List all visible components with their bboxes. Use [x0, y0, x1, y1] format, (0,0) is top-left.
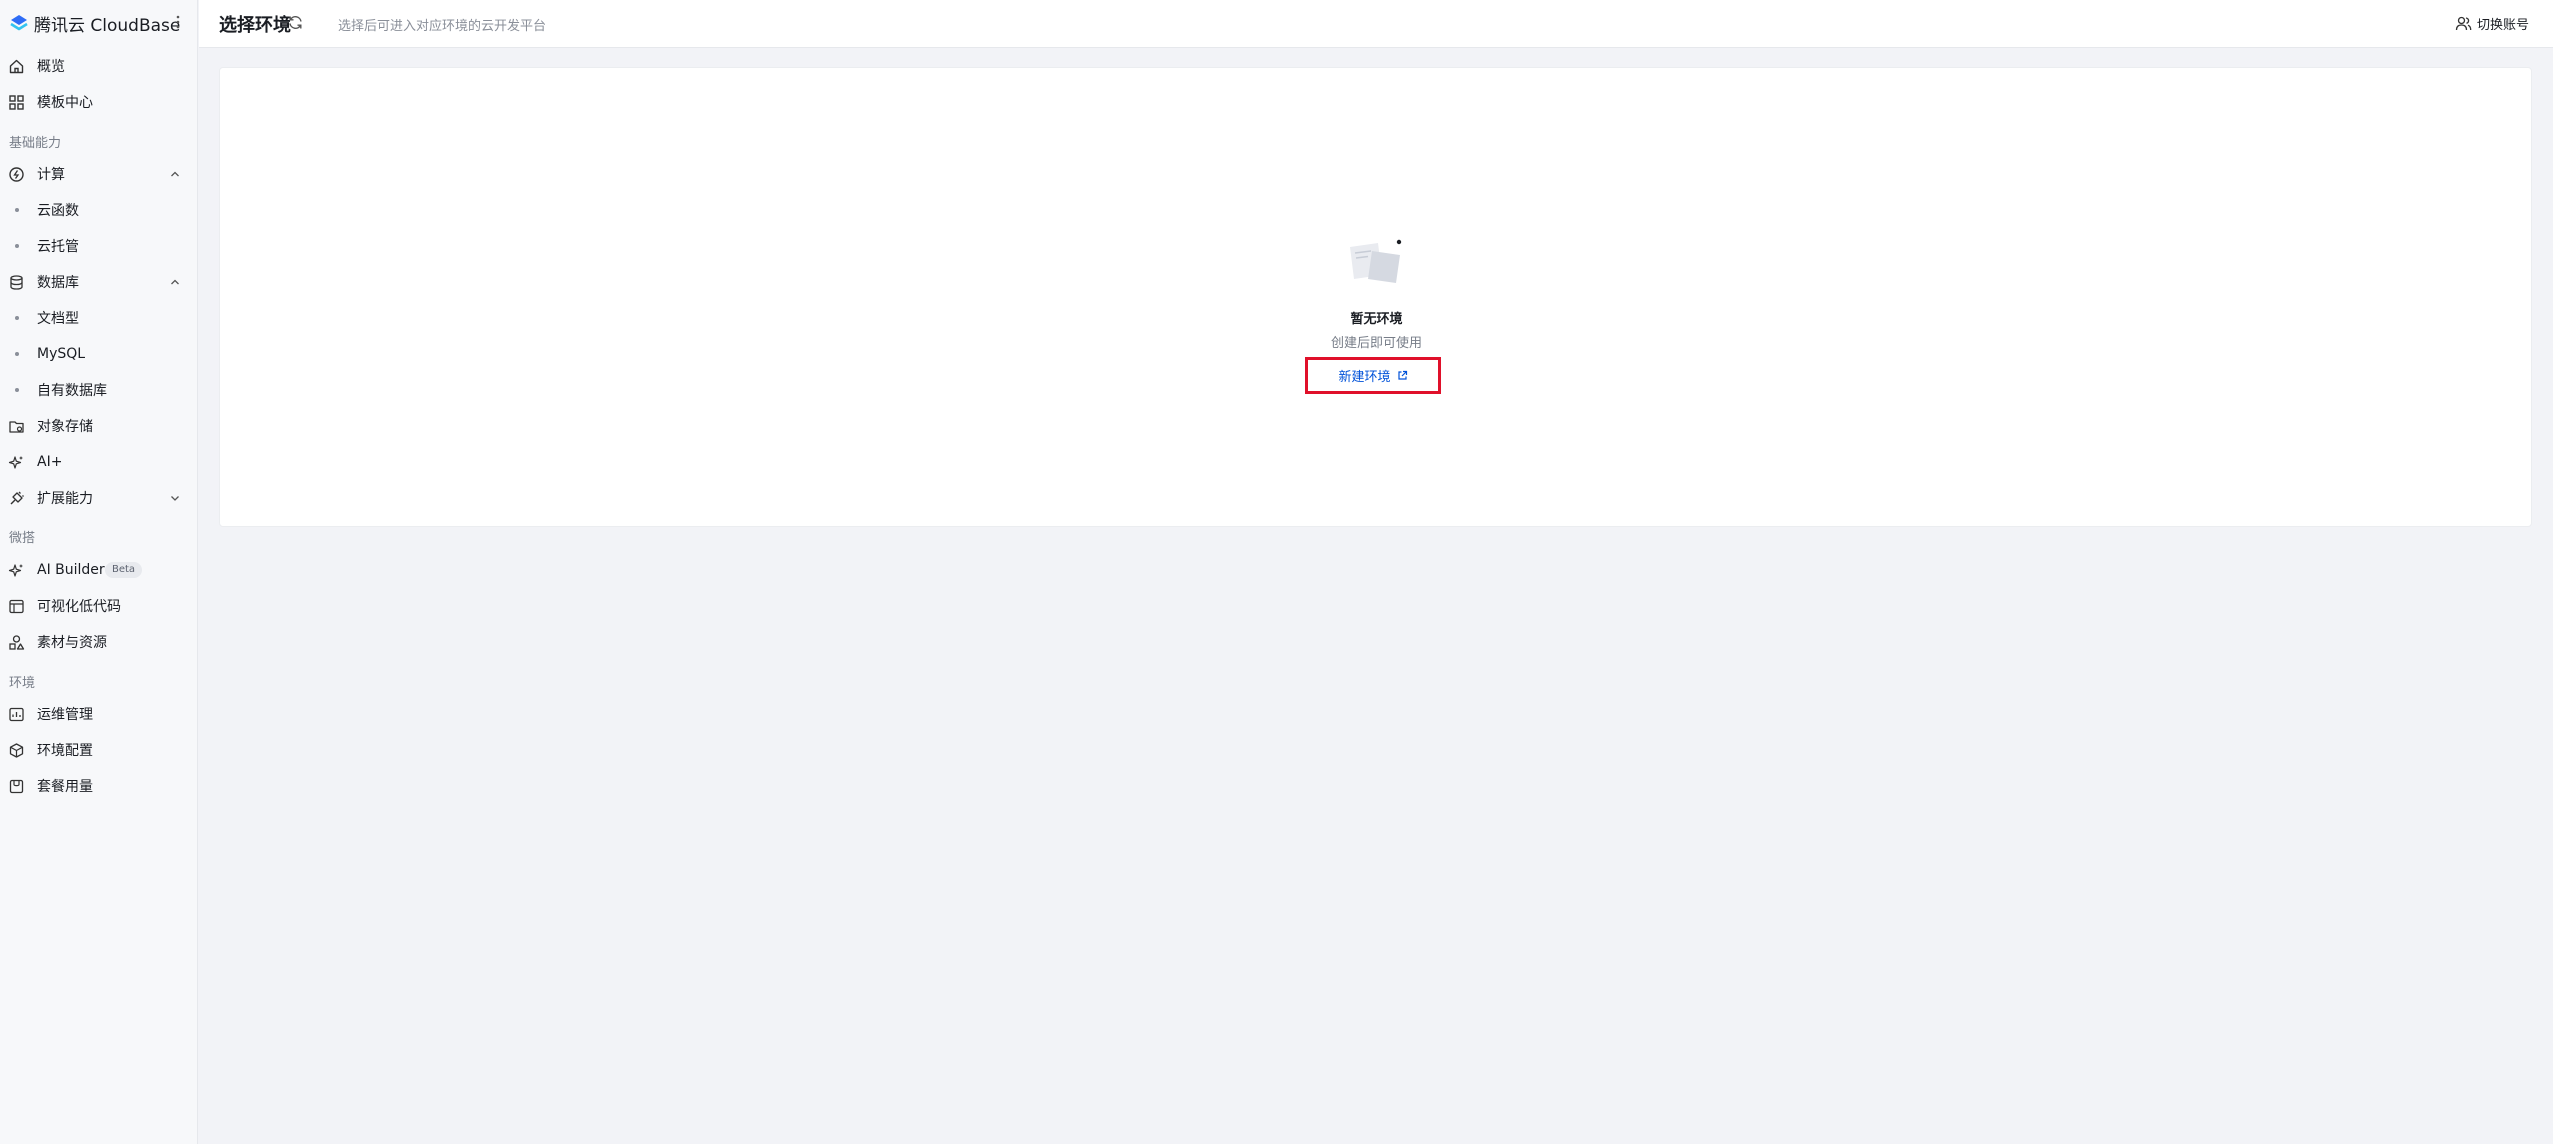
sidebar-item-cloud-hosting[interactable]: 云托管	[0, 231, 198, 261]
sidebar-item-label: 云托管	[37, 239, 79, 255]
sidebar-item-label: 扩展能力	[37, 491, 93, 507]
sidebar-item-extensions[interactable]: 扩展能力	[0, 483, 198, 513]
sidebar-item-label: 环境配置	[37, 743, 93, 759]
sidebar-item-env-config[interactable]: 环境配置	[0, 735, 198, 765]
external-link-icon	[1397, 370, 1407, 380]
empty-description: 创建后即可使用	[1330, 336, 1422, 351]
bullet	[15, 244, 19, 248]
bullet	[15, 352, 19, 356]
sidebar-item-label: 数据库	[37, 275, 79, 291]
sidebar-item-label: 计算	[37, 167, 65, 183]
sidebar-item-usage[interactable]: 套餐用量	[0, 771, 198, 801]
sidebar-item-overview[interactable]: 概览	[0, 51, 198, 81]
sidebar-item-lowcode[interactable]: 可视化低代码	[0, 591, 198, 621]
sidebar-item-label: AI+	[37, 454, 63, 470]
main-card: 暂无环境 创建后即可使用 新建环境	[219, 67, 2532, 527]
bullet	[15, 208, 19, 212]
sidebar-item-label: 概览	[37, 59, 65, 75]
top-header: 选择环境 选择后可进入对应环境的云开发平台 切换账号	[199, 0, 2553, 48]
sidebar-item-label: 模板中心	[37, 95, 93, 111]
cube-icon	[9, 743, 24, 758]
beta-badge: Beta	[105, 562, 143, 578]
sparkle-icon	[8, 456, 23, 469]
group-label-env: 环境	[9, 676, 36, 691]
folder-icon	[9, 421, 24, 433]
sidebar-item-database[interactable]: 数据库	[0, 267, 198, 297]
refresh-icon[interactable]	[287, 14, 304, 31]
sidebar-item-label: MySQL	[37, 346, 86, 362]
empty-title: 暂无环境	[1350, 312, 1403, 327]
shapes-icon	[9, 635, 25, 650]
plug-icon	[10, 491, 24, 505]
more-icon[interactable]	[170, 11, 186, 33]
home-icon	[9, 59, 24, 74]
chevron-up-icon	[171, 279, 179, 285]
brand[interactable]: 腾讯云 CloudBase	[8, 11, 181, 36]
layout-icon	[9, 599, 24, 614]
switch-account-button[interactable]: 切换账号	[2455, 12, 2529, 34]
create-environment-button[interactable]: 新建环境	[1305, 357, 1441, 394]
sidebar-item-label: 套餐用量	[37, 779, 93, 795]
compute-icon	[9, 167, 24, 182]
monitor-icon	[9, 707, 24, 722]
sidebar-item-label: 自有数据库	[37, 383, 107, 399]
group-label-basic: 基础能力	[9, 136, 62, 151]
sidebar-item-ai-plus[interactable]: AI+	[0, 447, 198, 477]
package-icon	[9, 779, 24, 794]
database-icon	[10, 275, 23, 290]
header-hint: 选择后可进入对应环境的云开发平台	[338, 19, 547, 34]
sidebar-item-label: 云函数	[37, 203, 79, 219]
sidebar-item-label: 对象存储	[37, 419, 93, 435]
sidebar-item-label: 文档型	[37, 311, 79, 327]
chevron-up-icon	[171, 171, 179, 177]
sidebar-item-mysql[interactable]: MySQL	[0, 339, 198, 369]
sidebar-item-label: 运维管理	[37, 707, 93, 723]
sidebar-item-label: AI Builder	[37, 562, 105, 578]
sparkle-icon	[8, 564, 23, 577]
switch-account-label: 切换账号	[2476, 17, 2529, 33]
sidebar-item-label: 素材与资源	[37, 635, 107, 651]
sidebar-item-ai-builder[interactable]: AI Builder Beta	[0, 555, 198, 585]
sidebar-item-object-storage[interactable]: 对象存储	[0, 411, 198, 441]
sidebar-item-document-db[interactable]: 文档型	[0, 303, 198, 333]
bullet	[15, 388, 19, 392]
sidebar-item-assets[interactable]: 素材与资源	[0, 627, 198, 657]
empty-box-icon	[1350, 239, 1402, 283]
sidebar-item-label: 可视化低代码	[37, 599, 121, 615]
sidebar-item-compute[interactable]: 计算	[0, 159, 198, 189]
sidebar-item-own-database[interactable]: 自有数据库	[0, 375, 198, 405]
brand-name: 腾讯云 CloudBase	[34, 15, 181, 36]
sidebar-item-ops[interactable]: 运维管理	[0, 699, 198, 729]
users-icon	[2455, 16, 2472, 30]
page-title: 选择环境	[219, 15, 291, 36]
group-label-weda: 微搭	[9, 531, 36, 546]
sidebar: 腾讯云 CloudBase 概览 模板中心 基础能力 计算 云函数 云托管 数据…	[0, 0, 198, 1144]
sidebar-item-templates[interactable]: 模板中心	[0, 87, 198, 117]
chevron-down-icon	[171, 496, 179, 501]
sidebar-item-cloud-functions[interactable]: 云函数	[0, 195, 198, 225]
cloudbase-logo-icon	[10, 15, 28, 31]
grid-icon	[9, 95, 24, 110]
create-environment-label: 新建环境	[1338, 370, 1391, 385]
bullet	[15, 316, 19, 320]
